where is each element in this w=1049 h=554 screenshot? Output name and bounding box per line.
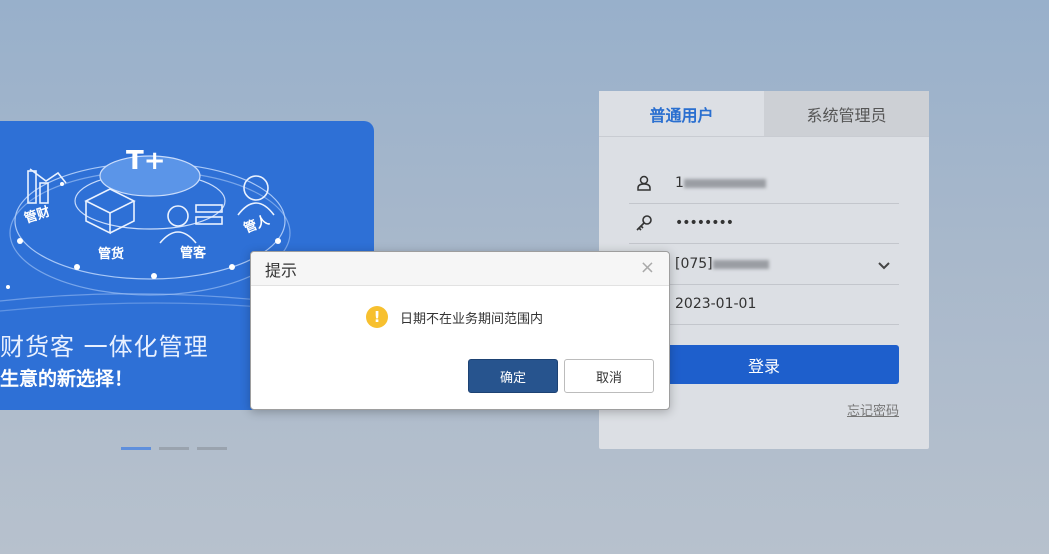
cancel-button[interactable]: 取消	[564, 359, 654, 393]
chevron-down-icon[interactable]	[877, 256, 891, 275]
carousel-indicators	[121, 447, 227, 450]
banner-label-goods: 管货	[98, 246, 124, 262]
banner-label-finance: 管财	[22, 204, 52, 227]
confirm-button[interactable]: 确定	[468, 359, 558, 393]
password-value: ••••••••	[675, 215, 734, 231]
banner-headline: 财货客 一体化管理	[0, 333, 209, 361]
dialog-message: ! 日期不在业务期间范围内	[366, 306, 543, 328]
username-field[interactable]: 1	[629, 163, 899, 204]
dialog-title: 提示	[265, 260, 298, 280]
username-redacted	[683, 178, 766, 188]
tab-normal-user[interactable]: 普通用户	[599, 91, 764, 136]
close-icon[interactable]: ×	[640, 259, 655, 277]
account-value: [075]	[675, 256, 769, 272]
banner-label-customers: 管客	[180, 245, 207, 261]
key-icon	[633, 212, 655, 234]
banner-subheadline: 生意的新选择！	[0, 368, 134, 390]
account-redacted	[712, 259, 769, 269]
banner-badge: T+	[126, 146, 166, 176]
password-field[interactable]: ••••••••	[629, 203, 899, 244]
tab-system-admin[interactable]: 系统管理员	[764, 91, 929, 136]
date-value: 2023-01-01	[675, 296, 757, 312]
tab-divider	[599, 136, 929, 137]
carousel-dot[interactable]	[121, 447, 151, 450]
dialog-message-text: 日期不在业务期间范围内	[400, 311, 544, 327]
dialog-header: 提示 ×	[251, 252, 669, 286]
user-icon	[633, 172, 655, 194]
username-visible-char: 1	[675, 175, 684, 191]
banner-label-people: 管人	[242, 212, 273, 237]
carousel-dot[interactable]	[197, 447, 227, 450]
alert-dialog: 提示 × ! 日期不在业务期间范围内 确定 取消	[250, 251, 670, 410]
login-tabs: 普通用户 系统管理员	[599, 91, 929, 136]
forgot-password-link[interactable]: 忘记密码	[847, 400, 899, 419]
username-value: 1	[675, 175, 766, 191]
warning-icon: !	[366, 306, 388, 328]
carousel-dot[interactable]	[159, 447, 189, 450]
account-prefix: [075]	[675, 256, 713, 272]
